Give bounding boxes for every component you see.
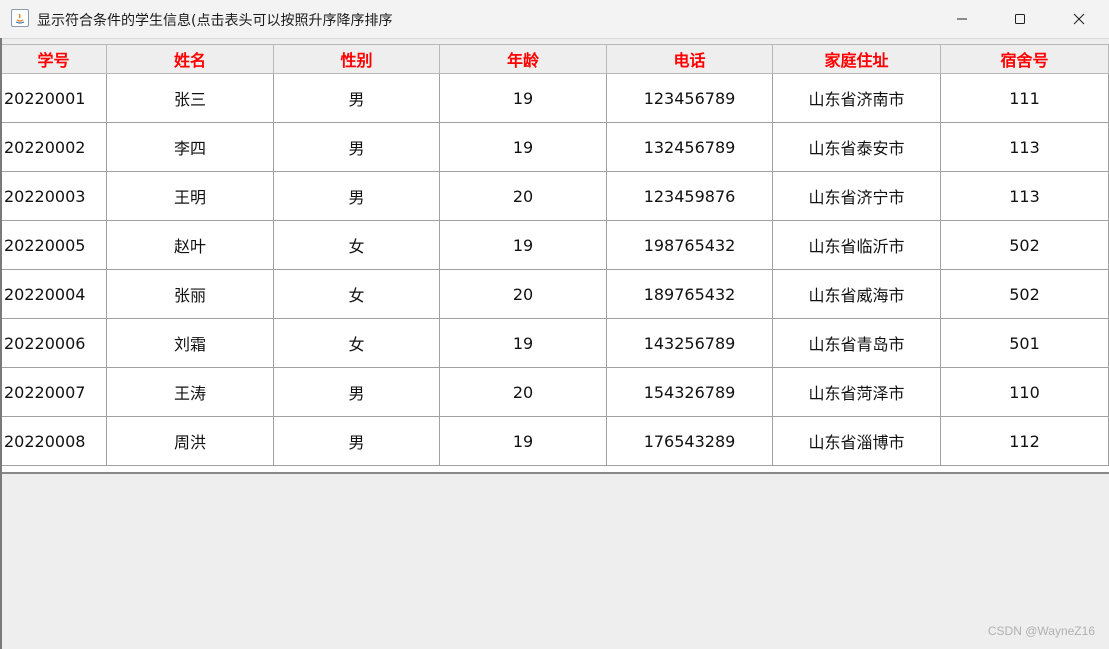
- table-header-row: 学号 姓名 性别 年龄 电话 家庭住址 宿舍号: [0, 44, 1109, 74]
- cell-address[interactable]: 山东省菏泽市: [772, 367, 941, 417]
- cell-address[interactable]: 山东省济南市: [772, 73, 941, 123]
- table-row[interactable]: 20220001 张三 男 19 123456789 山东省济南市 111: [0, 73, 1109, 123]
- cell-age[interactable]: 20: [439, 269, 607, 319]
- cell-address[interactable]: 山东省泰安市: [772, 122, 941, 172]
- cell-id[interactable]: 20220005: [0, 220, 107, 270]
- cell-id[interactable]: 20220003: [0, 171, 107, 221]
- cell-address[interactable]: 山东省济宁市: [772, 171, 941, 221]
- close-button[interactable]: [1050, 0, 1108, 38]
- column-header-gender[interactable]: 性别: [273, 44, 440, 74]
- cell-address[interactable]: 山东省威海市: [772, 269, 941, 319]
- cell-age[interactable]: 20: [439, 171, 607, 221]
- cell-age[interactable]: 19: [439, 73, 607, 123]
- cell-gender[interactable]: 男: [273, 73, 440, 123]
- cell-age[interactable]: 20: [439, 367, 607, 417]
- table-row[interactable]: 20220006 刘霜 女 19 143256789 山东省青岛市 501: [0, 318, 1109, 368]
- table-row[interactable]: 20220005 赵叶 女 19 198765432 山东省临沂市 502: [0, 220, 1109, 270]
- cell-gender[interactable]: 女: [273, 220, 440, 270]
- cell-age[interactable]: 19: [439, 220, 607, 270]
- table-row[interactable]: 20220003 王明 男 20 123459876 山东省济宁市 113: [0, 171, 1109, 221]
- minimize-button[interactable]: [933, 0, 991, 38]
- close-icon: [1073, 13, 1085, 25]
- cell-name[interactable]: 王明: [106, 171, 274, 221]
- cell-phone[interactable]: 132456789: [606, 122, 773, 172]
- column-header-phone[interactable]: 电话: [606, 44, 773, 74]
- cell-phone[interactable]: 123459876: [606, 171, 773, 221]
- column-header-dorm[interactable]: 宿舍号: [940, 44, 1109, 74]
- cell-phone[interactable]: 189765432: [606, 269, 773, 319]
- column-header-name[interactable]: 姓名: [106, 44, 274, 74]
- table-row[interactable]: 20220008 周洪 男 19 176543289 山东省淄博市 112: [0, 416, 1109, 466]
- watermark: CSDN @WayneZ16: [987, 624, 1095, 638]
- window-left-edge: [0, 38, 2, 649]
- cell-id[interactable]: 20220007: [0, 367, 107, 417]
- cell-phone[interactable]: 123456789: [606, 73, 773, 123]
- cell-name[interactable]: 王涛: [106, 367, 274, 417]
- cell-dorm[interactable]: 501: [940, 318, 1109, 368]
- column-header-address[interactable]: 家庭住址: [772, 44, 941, 74]
- table-row[interactable]: 20220004 张丽 女 20 189765432 山东省威海市 502: [0, 269, 1109, 319]
- cell-gender[interactable]: 男: [273, 416, 440, 466]
- cell-phone[interactable]: 143256789: [606, 318, 773, 368]
- table-row[interactable]: 20220007 王涛 男 20 154326789 山东省菏泽市 110: [0, 367, 1109, 417]
- cell-dorm[interactable]: 113: [940, 171, 1109, 221]
- java-icon[interactable]: [11, 9, 29, 27]
- cell-dorm[interactable]: 110: [940, 367, 1109, 417]
- cell-name[interactable]: 李四: [106, 122, 274, 172]
- cell-dorm[interactable]: 112: [940, 416, 1109, 466]
- cell-dorm[interactable]: 113: [940, 122, 1109, 172]
- cell-name[interactable]: 张丽: [106, 269, 274, 319]
- cell-name[interactable]: 周洪: [106, 416, 274, 466]
- cell-dorm[interactable]: 111: [940, 73, 1109, 123]
- column-header-age[interactable]: 年龄: [439, 44, 607, 74]
- student-table: 学号 姓名 性别 年龄 电话 家庭住址 宿舍号 20220001 张三 男 19…: [0, 44, 1109, 474]
- maximize-icon: [1015, 14, 1025, 24]
- cell-id[interactable]: 20220006: [0, 318, 107, 368]
- maximize-button[interactable]: [991, 0, 1049, 38]
- title-bar: 显示符合条件的学生信息(点击表头可以按照升序降序排序: [0, 0, 1109, 39]
- cell-id[interactable]: 20220001: [0, 73, 107, 123]
- cell-address[interactable]: 山东省青岛市: [772, 318, 941, 368]
- cell-gender[interactable]: 男: [273, 171, 440, 221]
- cell-id[interactable]: 20220002: [0, 122, 107, 172]
- column-header-id[interactable]: 学号: [0, 44, 107, 74]
- cell-age[interactable]: 19: [439, 416, 607, 466]
- table-row[interactable]: 20220002 李四 男 19 132456789 山东省泰安市 113: [0, 122, 1109, 172]
- cell-dorm[interactable]: 502: [940, 220, 1109, 270]
- cell-name[interactable]: 赵叶: [106, 220, 274, 270]
- minimize-icon: [957, 18, 967, 20]
- cell-phone[interactable]: 176543289: [606, 416, 773, 466]
- cell-address[interactable]: 山东省淄博市: [772, 416, 941, 466]
- cell-age[interactable]: 19: [439, 122, 607, 172]
- cell-address[interactable]: 山东省临沂市: [772, 220, 941, 270]
- cell-gender[interactable]: 男: [273, 122, 440, 172]
- cell-gender[interactable]: 女: [273, 318, 440, 368]
- cell-name[interactable]: 刘霜: [106, 318, 274, 368]
- cell-dorm[interactable]: 502: [940, 269, 1109, 319]
- table-bottom-border: [0, 472, 1109, 474]
- cell-phone[interactable]: 154326789: [606, 367, 773, 417]
- cell-phone[interactable]: 198765432: [606, 220, 773, 270]
- cell-gender[interactable]: 女: [273, 269, 440, 319]
- cell-name[interactable]: 张三: [106, 73, 274, 123]
- window-title: 显示符合条件的学生信息(点击表头可以按照升序降序排序: [37, 13, 393, 29]
- cell-id[interactable]: 20220008: [0, 416, 107, 466]
- cell-gender[interactable]: 男: [273, 367, 440, 417]
- cell-id[interactable]: 20220004: [0, 269, 107, 319]
- cell-age[interactable]: 19: [439, 318, 607, 368]
